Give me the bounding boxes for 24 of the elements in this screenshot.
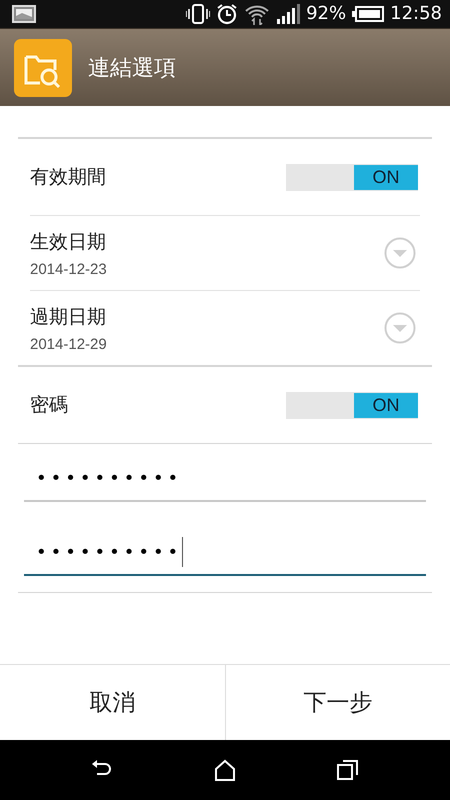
folder-search-icon [14, 38, 72, 96]
battery-percentage: 92% [306, 4, 346, 24]
date-label: 生效日期 [30, 230, 107, 254]
wifi-icon [244, 3, 270, 25]
signal-icon [276, 4, 300, 24]
home-icon[interactable] [214, 759, 236, 781]
date-value: 2014-12-23 [30, 260, 108, 278]
vibrate-icon [186, 4, 210, 24]
alarm-clock-icon [216, 3, 238, 25]
clock-time: 12:58 [390, 4, 442, 24]
toggle-thumb: ON [354, 164, 418, 190]
toggle-switch[interactable]: ON [286, 392, 418, 418]
image-icon [12, 5, 36, 23]
recent-apps-icon[interactable] [337, 759, 360, 781]
setting-label: 有效期間 [30, 165, 107, 190]
date-label: 過期日期 [30, 304, 107, 330]
password-field[interactable]: •••••••••• [24, 530, 426, 576]
screen-title: 連結選項 [88, 54, 176, 82]
date-value: 2014-12-29 [30, 336, 108, 352]
toggle-switch[interactable]: ON [286, 164, 418, 190]
password-field[interactable]: •••••••••• [24, 456, 426, 502]
battery-icon [352, 6, 384, 22]
setting-label: 密碼 [30, 393, 69, 418]
toggle-thumb: ON [354, 392, 418, 418]
